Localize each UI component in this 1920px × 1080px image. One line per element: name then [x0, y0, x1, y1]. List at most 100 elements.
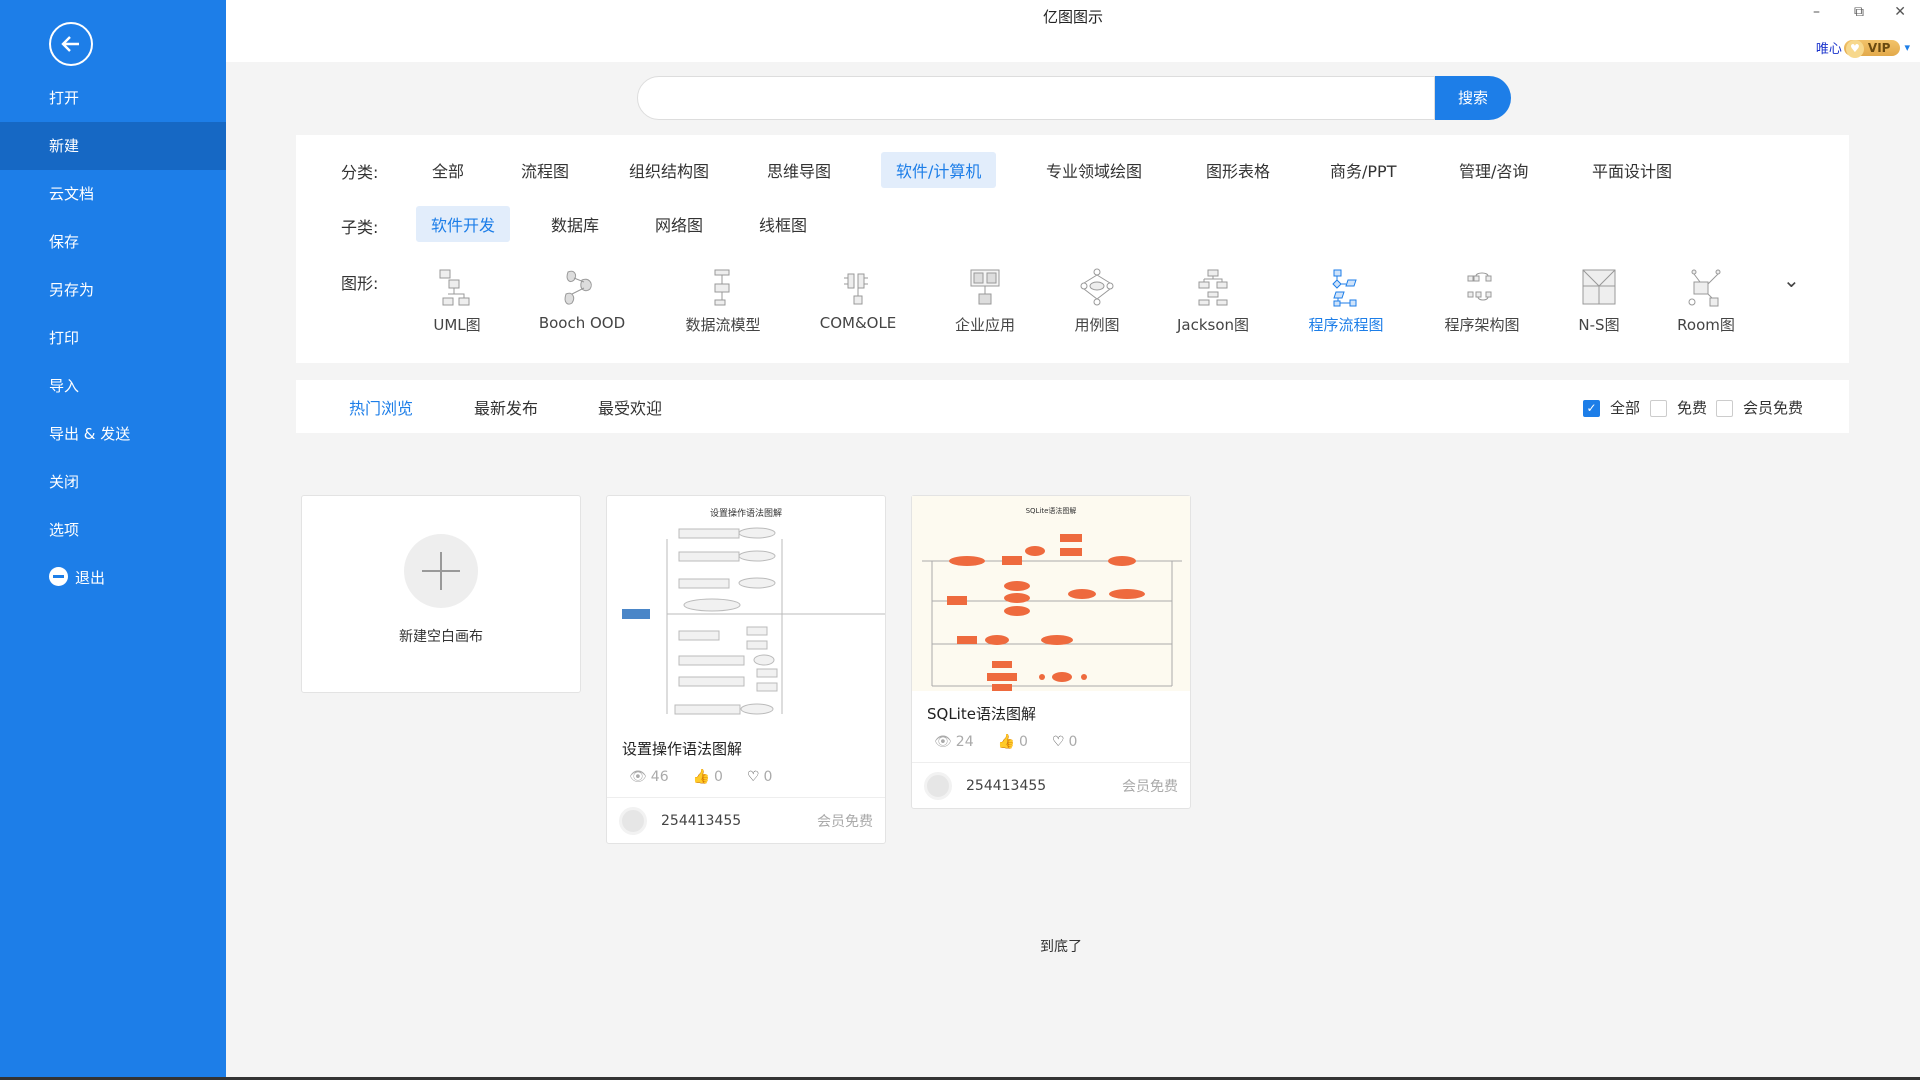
com-ole-icon [838, 268, 878, 308]
thumbs-up-icon: 👍 [693, 769, 710, 785]
category-flowchart[interactable]: 流程图 [506, 152, 584, 188]
category-mindmap[interactable]: 思维导图 [752, 152, 846, 188]
shape-enterprise[interactable]: 企业应用 [930, 268, 1040, 335]
subcategory-label: 子类: [341, 214, 378, 238]
booch-ood-icon [562, 268, 602, 308]
price-badge: 会员免费 [1122, 776, 1178, 796]
new-blank-canvas-card[interactable]: 新建空白画布 [301, 495, 581, 693]
restore-button[interactable]: ⧉ [1854, 4, 1864, 20]
likes[interactable]: 👍0 [693, 769, 723, 785]
subcategory-wireframe[interactable]: 线框图 [744, 206, 822, 242]
sidebar-item-open[interactable]: 打开 [0, 74, 226, 122]
sidebar-item-print[interactable]: 打印 [0, 314, 226, 362]
category-org[interactable]: 组织结构图 [614, 152, 724, 188]
back-button[interactable] [49, 22, 93, 66]
checkbox-all[interactable]: ✓ [1583, 400, 1600, 417]
sidebar-item-export[interactable]: 导出 & 发送 [0, 410, 226, 458]
username: 唯心 [1816, 38, 1842, 57]
dataflow-icon [703, 268, 743, 308]
category-software[interactable]: 软件/计算机 [881, 152, 996, 188]
sidebar-item-new[interactable]: 新建 [0, 122, 226, 170]
heart-icon: ♡ [747, 769, 760, 785]
eye-icon: 👁 [934, 734, 952, 750]
view-count: 24 [956, 734, 974, 750]
sqlite-diagram-thumbnail [912, 516, 1190, 691]
sidebar-item-save-as[interactable]: 另存为 [0, 266, 226, 314]
exit-label: 退出 [75, 569, 105, 587]
tab-hot[interactable]: 热门浏览 [349, 395, 413, 419]
shape-ns[interactable]: N-S图 [1544, 268, 1654, 335]
shape-room[interactable]: Room图 [1651, 268, 1761, 335]
shape-usecase[interactable]: 用例图 [1042, 268, 1152, 335]
plus-icon [404, 534, 478, 608]
vip-badge: ♥VIP [1844, 40, 1901, 56]
shape-uml-label: UML图 [433, 316, 480, 334]
checkbox-free-label: 免费 [1677, 397, 1707, 418]
sidebar-item-close[interactable]: 关闭 [0, 458, 226, 506]
likes[interactable]: 👍0 [998, 734, 1028, 750]
subcategory-network[interactable]: 网络图 [640, 206, 718, 242]
category-business[interactable]: 商务/PPT [1315, 152, 1411, 188]
category-all[interactable]: 全部 [417, 152, 479, 188]
template-stats: 👁46 👍0 ♡0 [607, 759, 885, 785]
category-graphic-design[interactable]: 平面设计图 [1577, 152, 1687, 188]
search-button[interactable]: 搜索 [1435, 76, 1511, 120]
price-badge: 会员免费 [817, 811, 873, 831]
author-name: 254413455 [661, 813, 817, 829]
search-input[interactable] [637, 76, 1435, 120]
template-thumbnail: SQLite语法图解 [912, 496, 1190, 691]
sidebar: 打开 新建 云文档 保存 另存为 打印 导入 导出 & 发送 关闭 选项 退出 [0, 0, 226, 1080]
favorites[interactable]: ♡0 [1052, 734, 1077, 750]
expand-shapes-chevron-icon[interactable]: ⌄ [1783, 268, 1800, 292]
shape-enterprise-label: 企业应用 [955, 316, 1015, 334]
views: 👁46 [629, 769, 669, 785]
category-graphic-table[interactable]: 图形表格 [1191, 152, 1285, 188]
template-card[interactable]: SQLite语法图解 SQLite语法图解 👁24 👍0 ♡0 25441345… [911, 495, 1191, 809]
account-vip[interactable]: 唯心 ♥VIP ▾ [1816, 38, 1910, 57]
shape-dataflow[interactable]: 数据流模型 [668, 268, 778, 335]
sidebar-item-import[interactable]: 导入 [0, 362, 226, 410]
sidebar-item-options[interactable]: 选项 [0, 506, 226, 554]
checkbox-member-free[interactable] [1716, 400, 1733, 417]
sidebar-item-save[interactable]: 保存 [0, 218, 226, 266]
subcategory-database[interactable]: 数据库 [536, 206, 614, 242]
room-icon [1686, 268, 1726, 308]
sidebar-item-cloud[interactable]: 云文档 [0, 170, 226, 218]
shape-booch[interactable]: Booch OOD [527, 268, 637, 332]
shape-usecase-label: 用例图 [1074, 316, 1119, 334]
tab-popular[interactable]: 最受欢迎 [598, 395, 662, 419]
sidebar-item-exit[interactable]: 退出 [0, 554, 226, 602]
shape-com-ole[interactable]: COM&OLE [803, 268, 913, 332]
view-count: 46 [651, 769, 669, 785]
shape-room-label: Room图 [1677, 316, 1735, 334]
minimize-button[interactable]: – [1813, 4, 1820, 20]
favorites[interactable]: ♡0 [747, 769, 772, 785]
shape-jackson-label: Jackson图 [1177, 316, 1249, 334]
shape-uml[interactable]: UML图 [402, 268, 512, 335]
shape-program-architecture[interactable]: 程序架构图 [1427, 268, 1537, 335]
shape-ns-label: N-S图 [1578, 316, 1619, 334]
shape-program-flowchart[interactable]: 程序流程图 [1291, 268, 1401, 335]
favorite-count: 0 [764, 769, 773, 785]
template-stats: 👁24 👍0 ♡0 [912, 724, 1190, 750]
template-footer: 254413455 会员免费 [607, 797, 885, 843]
template-title: SQLite语法图解 [912, 703, 1190, 724]
dropdown-icon[interactable]: ▾ [1904, 41, 1910, 54]
category-label: 分类: [341, 159, 378, 183]
uml-icon [437, 268, 477, 308]
close-button[interactable]: ✕ [1894, 4, 1906, 20]
checkbox-free[interactable] [1650, 400, 1667, 417]
category-management[interactable]: 管理/咨询 [1444, 152, 1543, 188]
category-professional[interactable]: 专业领域绘图 [1031, 152, 1157, 188]
program-architecture-icon [1462, 268, 1502, 308]
use-case-icon [1077, 268, 1117, 308]
tab-latest[interactable]: 最新发布 [474, 395, 538, 419]
heart-icon: ♡ [1052, 734, 1065, 750]
shape-jackson[interactable]: Jackson图 [1158, 268, 1268, 335]
subcategory-software-dev[interactable]: 软件开发 [416, 206, 510, 242]
like-count: 0 [1019, 734, 1028, 750]
like-count: 0 [714, 769, 723, 785]
template-card[interactable]: 设置操作语法图解 设置操作语法图解 👁46 👍0 ♡0 254413455 会员… [606, 495, 886, 844]
minus-circle-icon [49, 567, 68, 586]
template-thumbnail: 设置操作语法图解 [607, 496, 885, 726]
